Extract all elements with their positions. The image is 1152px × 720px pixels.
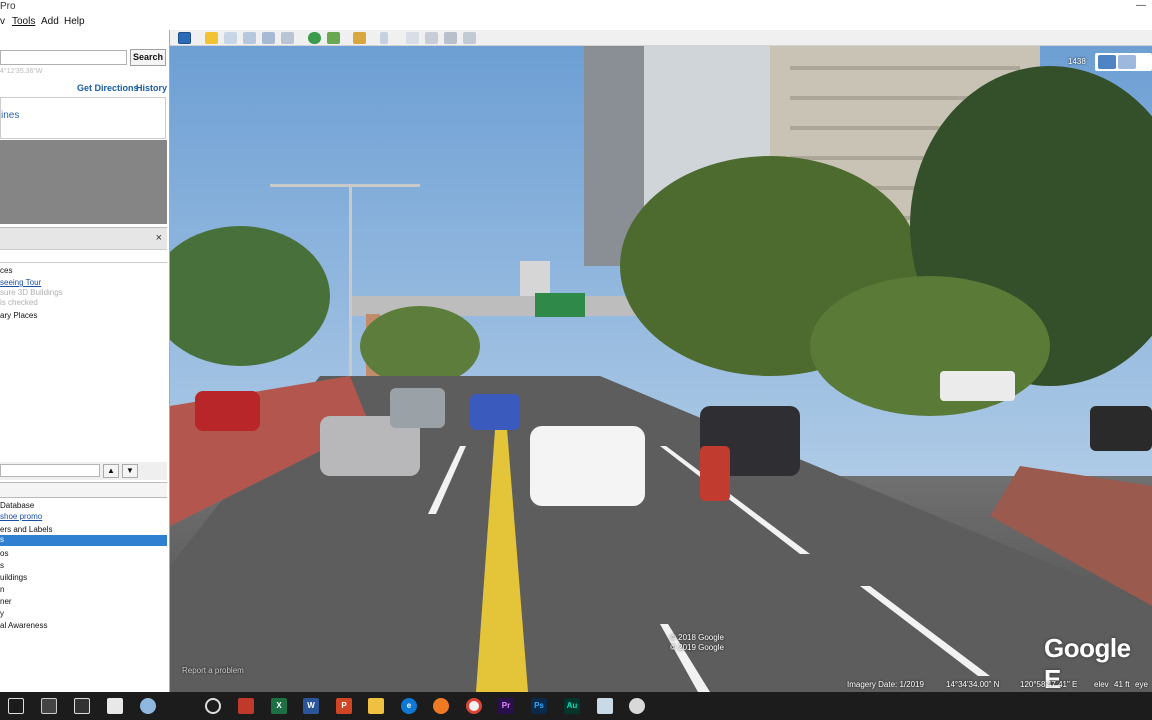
calendar-icon[interactable] <box>74 698 90 714</box>
layer-item[interactable]: os <box>0 549 8 558</box>
get-directions-link[interactable]: Get Directions <box>77 83 139 93</box>
premiere-icon[interactable]: Pr <box>498 698 514 714</box>
edge-icon[interactable]: e <box>401 698 417 714</box>
layer-item[interactable]: Database <box>0 501 34 510</box>
media-icon[interactable] <box>205 698 221 714</box>
sidebar-toggle-icon[interactable] <box>178 32 191 44</box>
search-panel-empty <box>0 140 167 224</box>
email-icon[interactable] <box>406 32 419 44</box>
street-view[interactable]: 1438 Report a problem © 2018 Google © 20… <box>170 46 1152 692</box>
search-result-item[interactable]: ines <box>1 110 19 121</box>
firefox-icon[interactable] <box>433 698 449 714</box>
places-subheader <box>0 249 167 263</box>
layer-item[interactable]: shoe promo <box>0 512 42 521</box>
image-overlay-icon[interactable] <box>262 32 275 44</box>
report-problem-link[interactable]: Report a problem <box>182 666 244 675</box>
car <box>195 391 260 431</box>
powerpoint-icon[interactable]: P <box>336 698 352 714</box>
layer-item[interactable]: al Awareness <box>0 621 47 630</box>
imagery-date: Imagery Date: 1/2019 <box>847 680 924 689</box>
view-in-maps-icon[interactable] <box>463 32 476 44</box>
search-results: ines <box>0 97 166 139</box>
mail-icon[interactable] <box>107 698 123 714</box>
edge-legacy-icon[interactable] <box>140 698 156 714</box>
menu-view[interactable]: v <box>0 16 5 27</box>
places-item[interactable]: ary Places <box>0 311 37 320</box>
polygon-icon[interactable] <box>224 32 237 44</box>
search-hint: 4°12'35.36"W <box>0 68 43 75</box>
chrome-icon[interactable] <box>466 698 482 714</box>
calculator-icon[interactable] <box>41 698 57 714</box>
search-input[interactable] <box>0 50 127 65</box>
menu-bar: v Tools Add Help <box>0 14 1152 30</box>
excel-icon[interactable]: X <box>271 698 287 714</box>
elevation: 41 ft <box>1114 680 1130 689</box>
places-item[interactable]: ces <box>0 266 12 275</box>
street-view-controls <box>1095 53 1152 71</box>
eye-altitude: eye <box>1135 680 1148 689</box>
news-icon[interactable] <box>238 698 254 714</box>
notes-icon[interactable] <box>597 698 613 714</box>
overhead-sign <box>535 293 585 317</box>
menu-add[interactable]: Add <box>41 16 59 27</box>
imagery-count: 1438 <box>1068 57 1086 66</box>
layer-item[interactable]: s <box>0 561 4 570</box>
move-down-button[interactable]: ▼ <box>122 464 138 478</box>
longitude: 120°58'47.41" E <box>1020 680 1078 689</box>
task-view-icon[interactable] <box>8 698 24 714</box>
street-view-scene <box>170 46 1152 692</box>
copyright-line-2: © 2019 Google <box>670 643 724 652</box>
move-up-button[interactable]: ▲ <box>103 464 119 478</box>
places-item[interactable]: seeing Tour <box>0 278 41 287</box>
google-earth-icon[interactable] <box>629 698 645 714</box>
places-header: × <box>0 227 167 249</box>
layer-item-selected[interactable]: s <box>0 535 167 546</box>
places-item[interactable]: sure 3D Buildings <box>0 288 63 297</box>
toolbar <box>170 30 1152 46</box>
layer-item[interactable]: y <box>0 609 4 618</box>
close-icon[interactable]: × <box>156 232 162 244</box>
search-button[interactable]: Search <box>130 49 166 66</box>
layer-item[interactable]: ner <box>0 597 12 606</box>
title-bar: Pro — <box>0 0 1152 14</box>
layer-item[interactable]: uildings <box>0 573 27 582</box>
file-explorer-icon[interactable] <box>368 698 384 714</box>
menu-tools[interactable]: Tools <box>12 16 35 27</box>
layer-item[interactable]: ers and Labels <box>0 525 52 534</box>
record-tour-icon[interactable] <box>281 32 294 44</box>
places-controls: ▲ ▼ <box>0 462 167 480</box>
menu-help[interactable]: Help <box>64 16 85 27</box>
elevation-label: elev <box>1094 680 1109 689</box>
sun-icon[interactable] <box>327 32 340 44</box>
car <box>390 388 445 428</box>
motorcycle <box>700 446 730 501</box>
car <box>470 394 520 430</box>
history-link[interactable]: History <box>136 83 167 93</box>
print-icon[interactable] <box>425 32 438 44</box>
sidebar: Search 4°12'35.36"W Get Directions Histo… <box>0 30 170 692</box>
historical-imagery-icon[interactable] <box>308 32 321 44</box>
taxi <box>530 426 645 506</box>
save-image-icon[interactable] <box>444 32 457 44</box>
window-title: Pro <box>0 1 16 12</box>
minimize-icon[interactable]: — <box>1136 0 1146 11</box>
exit-street-view-icon[interactable] <box>1118 55 1136 69</box>
pegman-icon[interactable] <box>1098 55 1116 69</box>
audition-icon[interactable]: Au <box>564 698 580 714</box>
latitude: 14°34'34.00" N <box>946 680 1000 689</box>
placemark-icon[interactable] <box>205 32 218 44</box>
path-icon[interactable] <box>243 32 256 44</box>
photoshop-icon[interactable]: Ps <box>531 698 547 714</box>
layers-header <box>0 482 167 498</box>
layer-item[interactable]: n <box>0 585 4 594</box>
taskbar: X W P e Pr Ps Au <box>0 692 1152 720</box>
ruler-icon[interactable] <box>380 32 388 44</box>
copyright-line-1: © 2018 Google <box>670 633 724 642</box>
places-item[interactable]: is checked <box>0 298 38 307</box>
status-bar: Imagery Date: 1/2019 14°34'34.00" N 120°… <box>170 678 1152 692</box>
word-icon[interactable]: W <box>303 698 319 714</box>
planets-icon[interactable] <box>353 32 366 44</box>
places-search-field[interactable] <box>0 464 100 477</box>
